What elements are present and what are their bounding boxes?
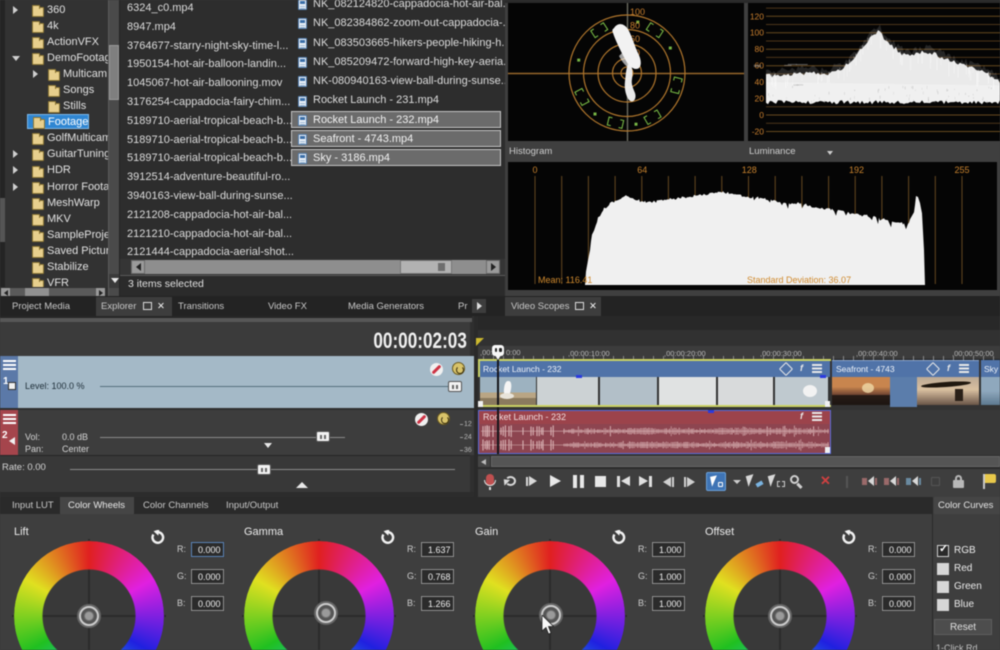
svg-text:20: 20 [755, 94, 765, 104]
svg-text:0: 0 [759, 110, 764, 120]
svg-text:0: 0 [532, 165, 537, 175]
svg-text:120: 120 [750, 11, 764, 21]
svg-text:80: 80 [630, 21, 640, 31]
svg-text:80: 80 [755, 44, 765, 54]
svg-text:100: 100 [750, 28, 764, 38]
svg-text:255: 255 [954, 165, 969, 175]
svg-text:192: 192 [849, 165, 864, 175]
svg-text:128: 128 [742, 165, 757, 175]
svg-text:-20: -20 [752, 127, 765, 137]
svg-text:40: 40 [755, 77, 765, 87]
svg-text:Standard Deviation: 36.07: Standard Deviation: 36.07 [747, 275, 851, 285]
svg-text:100: 100 [630, 7, 645, 17]
svg-text:Mean: 116.41: Mean: 116.41 [538, 275, 592, 285]
svg-text:64: 64 [637, 165, 647, 175]
